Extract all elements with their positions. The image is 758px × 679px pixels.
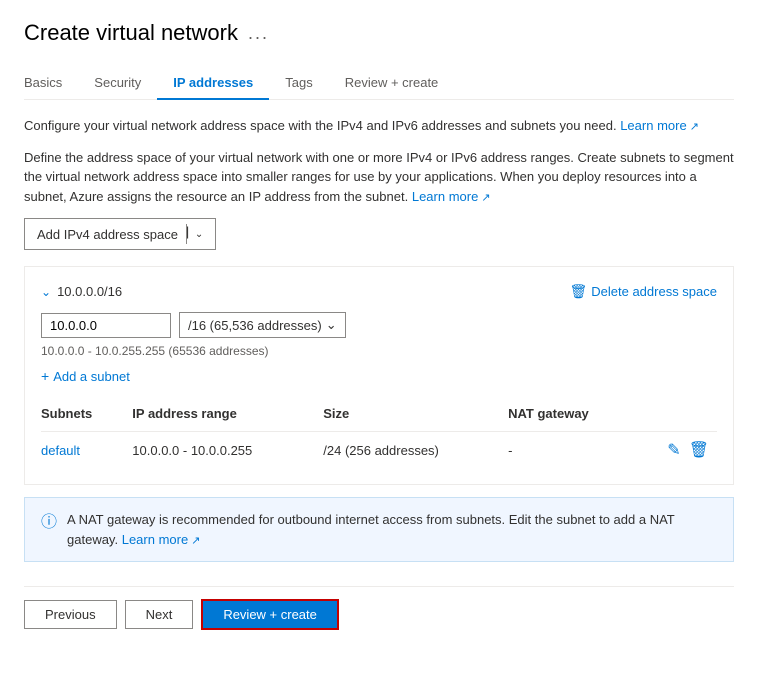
learn-more-link-2[interactable]: Learn more (412, 189, 491, 204)
col-header-subnets: Subnets (41, 400, 124, 432)
add-space-label: Add IPv4 address space (37, 227, 178, 242)
subnet-ip-range: 10.0.0.0 - 10.0.0.255 (124, 432, 315, 469)
subnet-nat-gateway: - (500, 432, 636, 469)
footer-buttons: Previous Next Review + create (24, 586, 734, 642)
delete-space-label: Delete address space (591, 284, 717, 299)
info-icon: ⓘ (41, 511, 57, 535)
delete-address-space-button[interactable]: 🗑 Delete address space (569, 283, 717, 300)
tab-ip-addresses[interactable]: IP addresses (157, 67, 269, 100)
col-header-nat: NAT gateway (500, 400, 636, 432)
col-header-size: Size (315, 400, 500, 432)
tab-review-create[interactable]: Review + create (329, 67, 455, 100)
delete-subnet-icon[interactable]: 🗑 (689, 440, 709, 460)
tab-security[interactable]: Security (78, 67, 157, 100)
cidr-dropdown[interactable]: /16 (65,536 addresses) ⌄ (179, 312, 346, 338)
nat-warning-text: A NAT gateway is recommended for outboun… (67, 510, 717, 549)
address-space-title-text: 10.0.0.0/16 (57, 284, 122, 299)
chevron-down-icon: ⌄ (326, 317, 337, 333)
col-header-ip-range: IP address range (124, 400, 315, 432)
col-header-actions (636, 400, 717, 432)
chevron-down-icon: ⌄ (195, 229, 203, 240)
ip-address-input[interactable] (41, 313, 171, 338)
previous-button[interactable]: Previous (24, 600, 117, 629)
plus-icon: + (41, 368, 49, 384)
ellipsis-button[interactable]: ... (248, 23, 269, 44)
collapse-icon[interactable]: ⌄ (41, 285, 51, 299)
add-subnet-label: Add a subnet (53, 369, 130, 384)
table-row: default 10.0.0.0 - 10.0.0.255 /24 (256 a… (41, 432, 717, 469)
add-subnet-button[interactable]: + Add a subnet (41, 368, 130, 384)
address-space-container: ⌄ 10.0.0.0/16 🗑 Delete address space /16… (24, 266, 734, 485)
nat-learn-more-link[interactable]: Learn more (122, 532, 201, 547)
trash-icon: 🗑 (569, 283, 587, 300)
ip-range-text: 10.0.0.0 - 10.0.255.255 (65536 addresses… (41, 344, 717, 358)
review-create-button[interactable]: Review + create (201, 599, 339, 630)
subnet-name-link[interactable]: default (41, 443, 80, 458)
tabs-nav: Basics Security IP addresses Tags Review… (24, 66, 734, 100)
subnets-table: Subnets IP address range Size NAT gatewa… (41, 400, 717, 468)
description-line1: Configure your virtual network address s… (24, 116, 734, 136)
add-ipv4-address-space-button[interactable]: Add IPv4 address space | ⌄ (24, 218, 216, 250)
edit-subnet-icon[interactable]: ✎ (667, 440, 680, 460)
subnet-size: /24 (256 addresses) (315, 432, 500, 469)
divider: | (186, 224, 187, 244)
learn-more-link-1[interactable]: Learn more (620, 118, 699, 133)
tab-basics[interactable]: Basics (24, 67, 78, 100)
page-title: Create virtual network (24, 20, 238, 46)
tab-tags[interactable]: Tags (269, 67, 328, 100)
next-button[interactable]: Next (125, 600, 194, 629)
cidr-value: /16 (65,536 addresses) (188, 318, 322, 333)
description-line2: Define the address space of your virtual… (24, 148, 734, 207)
nat-warning-banner: ⓘ A NAT gateway is recommended for outbo… (24, 497, 734, 562)
